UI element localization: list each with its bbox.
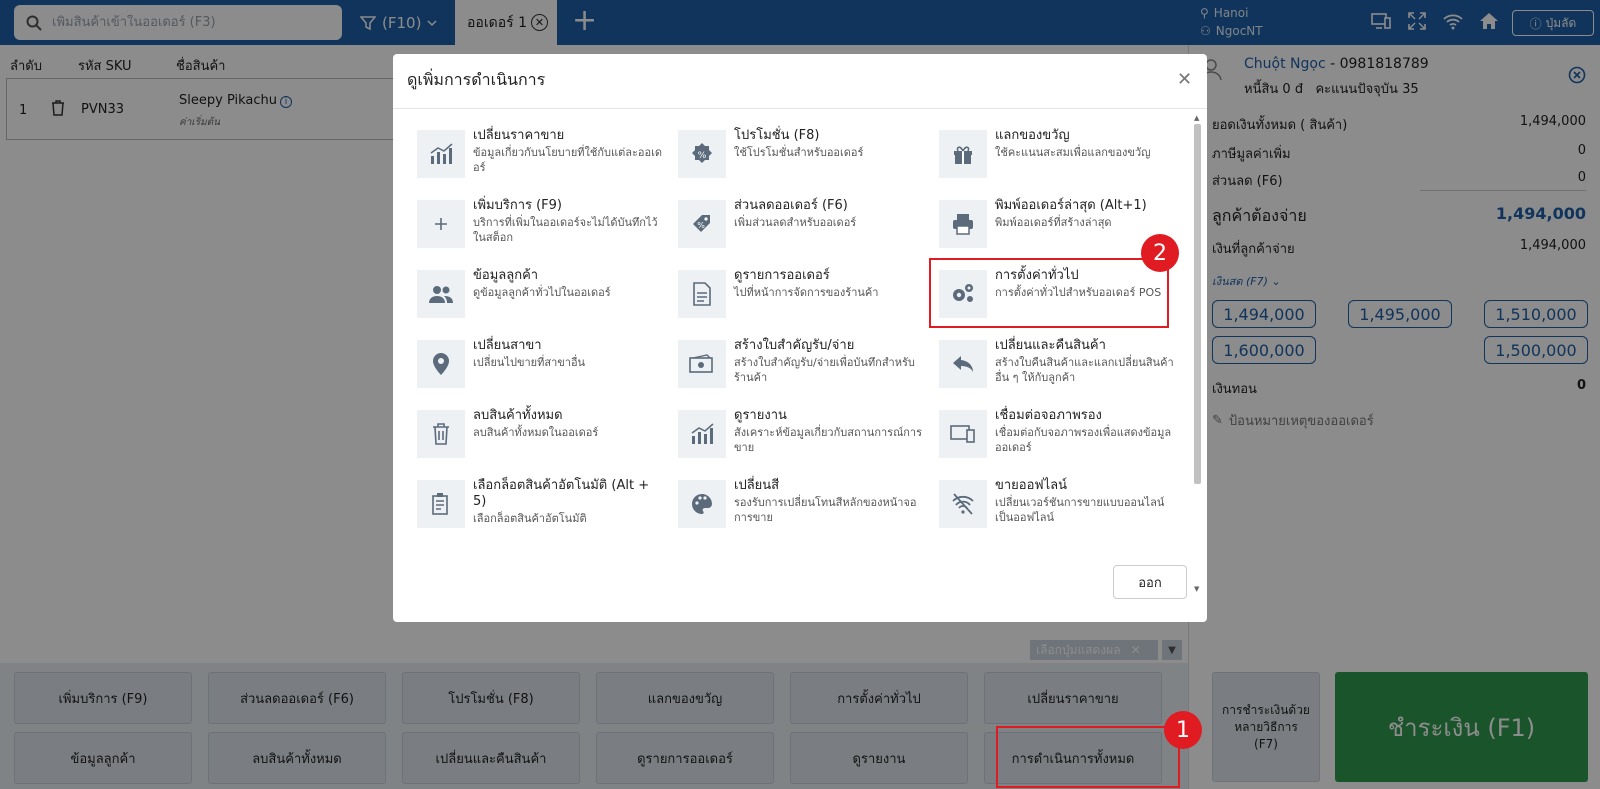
action-desc: เปลี่ยนไปขายที่สาขาอื่น bbox=[473, 356, 586, 369]
scroll-down-icon[interactable]: ▼ bbox=[1194, 585, 1199, 593]
action-desc: เลือกล็อตสินค้าอัตโนมัติ bbox=[473, 512, 587, 525]
action-redeem-gift[interactable]: แลกของขวัญใช้คะแนนสะสมเพื่อแลกของขวัญ bbox=[939, 128, 1177, 184]
report-chart-icon bbox=[678, 410, 726, 458]
action-promotion[interactable]: % โปรโมชั่น (F8) ใช้โปรโมชั่นสำหรับออเดอร… bbox=[678, 128, 939, 184]
location-pin-icon bbox=[417, 340, 465, 388]
action-title: โปรโมชั่น (F8) bbox=[734, 128, 820, 143]
action-exchange-return[interactable]: เปลี่ยนและคืนสินค้าสร้างใบคืนสินค้าและแล… bbox=[939, 338, 1177, 394]
action-order-list[interactable]: ดูรายการออเดอร์ไปที่หน้าการจัดการของร้าน… bbox=[678, 268, 939, 324]
reply-arrow-icon bbox=[939, 340, 987, 388]
action-second-screen[interactable]: เชื่อมต่อจอภาพรองเชื่อมต่อกับจอภาพรองเพื… bbox=[939, 408, 1177, 464]
action-desc: ใช้คะแนนสะสมเพื่อแลกของขวัญ bbox=[995, 146, 1151, 159]
trash-icon bbox=[417, 410, 465, 458]
action-desc: พิมพ์ออเดอร์ที่สร้างล่าสุด bbox=[995, 216, 1112, 229]
palette-icon bbox=[678, 480, 726, 528]
action-delete-all[interactable]: ลบสินค้าทั้งหมดลบสินค้าทั้งหมดในออเดอร์ bbox=[417, 408, 678, 464]
action-title: เชื่อมต่อจอภาพรอง bbox=[995, 408, 1102, 423]
second-screen-icon bbox=[939, 410, 987, 458]
action-customer-info[interactable]: ข้อมูลลูกค้าดูข้อมูลลูกค้าทั่วไปในออเดอร… bbox=[417, 268, 678, 324]
annotation-badge-2: 2 bbox=[1141, 234, 1179, 272]
cash-icon bbox=[678, 340, 726, 388]
action-title: พิมพ์ออเดอร์ล่าสุด (Alt+1) bbox=[995, 198, 1147, 213]
action-desc: สร้างใบสำคัญรับ/จ่ายเพื่อบันทึกสำหรับร้า… bbox=[734, 356, 915, 384]
discount-tag-icon: % bbox=[678, 200, 726, 248]
highlight-general-settings bbox=[929, 258, 1169, 328]
more-actions-modal: ดูเพิ่มการดำเนินการ ✕ เปลี่ยนราคาขายข้อม… bbox=[393, 54, 1207, 622]
wifi-off-icon bbox=[939, 480, 987, 528]
action-title: ดูรายการออเดอร์ bbox=[734, 268, 830, 283]
action-title: ข้อมูลลูกค้า bbox=[473, 268, 539, 283]
action-desc: เชื่อมต่อกับจอภาพรองเพื่อแสดงข้อมูลออเดอ… bbox=[995, 426, 1172, 454]
action-title: ลบสินค้าทั้งหมด bbox=[473, 408, 563, 423]
action-title: เปลี่ยนและคืนสินค้า bbox=[995, 338, 1106, 353]
action-desc: รองรับการเปลี่ยนโทนสีหลักของหน้าจอการขาย bbox=[734, 496, 917, 524]
action-desc: บริการที่เพิ่มในออเดอร์จะไม่ได้บันทึกไว้… bbox=[473, 216, 658, 244]
action-title: สร้างใบสำคัญรับ/จ่าย bbox=[734, 338, 855, 353]
action-desc: ดูข้อมูลลูกค้าทั่วไปในออเดอร์ bbox=[473, 286, 611, 299]
svg-text:%: % bbox=[698, 151, 707, 161]
plus-icon bbox=[417, 200, 465, 248]
action-desc: เพิ่มส่วนลดสำหรับออเดอร์ bbox=[734, 216, 857, 229]
modal-scrollbar[interactable]: ▲ ▼ bbox=[1192, 110, 1203, 600]
highlight-all-actions bbox=[996, 726, 1180, 788]
printer-icon bbox=[939, 200, 987, 248]
users-icon bbox=[417, 270, 465, 318]
action-title: แลกของขวัญ bbox=[995, 128, 1070, 143]
actions-grid: เปลี่ยนราคาขายข้อมูลเกี่ยวกับนโยบายที่ใช… bbox=[417, 128, 1177, 534]
action-title: เปลี่ยนสาขา bbox=[473, 338, 542, 353]
action-desc: ข้อมูลเกี่ยวกับนโยบายที่ใช้กับแต่ละออเดอ… bbox=[473, 146, 663, 174]
action-title: เปลี่ยนราคาขาย bbox=[473, 128, 565, 143]
lot-icon bbox=[417, 480, 465, 528]
action-change-price[interactable]: เปลี่ยนราคาขายข้อมูลเกี่ยวกับนโยบายที่ใช… bbox=[417, 128, 678, 184]
action-title: ดูรายงาน bbox=[734, 408, 787, 423]
gift-icon bbox=[939, 130, 987, 178]
action-desc: ลบสินค้าทั้งหมดในออเดอร์ bbox=[473, 426, 599, 439]
action-desc: ใช้โปรโมชั่นสำหรับออเดอร์ bbox=[734, 146, 864, 159]
action-title: เปลี่ยนสี bbox=[734, 478, 780, 493]
action-title: ส่วนลดออเดอร์ (F6) bbox=[734, 198, 848, 213]
scrollbar-thumb[interactable] bbox=[1194, 124, 1201, 484]
action-view-report[interactable]: ดูรายงานสังเคราะห์ข้อมูลเกี่ยวกับสถานการ… bbox=[678, 408, 939, 464]
close-icon[interactable]: ✕ bbox=[1177, 69, 1192, 90]
svg-text:%: % bbox=[697, 221, 705, 230]
action-title: ขายออฟไลน์ bbox=[995, 478, 1068, 493]
scroll-up-icon[interactable]: ▲ bbox=[1194, 114, 1199, 122]
exit-button[interactable]: ออก bbox=[1113, 565, 1187, 599]
action-offline-sale[interactable]: ขายออฟไลน์เปลี่ยนเวอร์ชันการขายแบบออนไลน… bbox=[939, 478, 1177, 534]
action-change-branch[interactable]: เปลี่ยนสาขาเปลี่ยนไปขายที่สาขาอื่น bbox=[417, 338, 678, 394]
promotion-badge-icon: % bbox=[678, 130, 726, 178]
divider bbox=[393, 108, 1207, 109]
annotation-badge-1: 1 bbox=[1164, 711, 1202, 749]
action-desc: สังเคราะห์ข้อมูลเกี่ยวกับสถานการณ์การขาย bbox=[734, 426, 923, 454]
action-order-discount[interactable]: % ส่วนลดออเดอร์ (F6) เพิ่มส่วนลดสำหรับออเ… bbox=[678, 198, 939, 254]
document-icon bbox=[678, 270, 726, 318]
action-desc: เปลี่ยนเวอร์ชันการขายแบบออนไลน์เป็นออฟไล… bbox=[995, 496, 1165, 524]
action-title: เลือกล็อตสินค้าอัตโนมัติ (Alt + 5) bbox=[473, 478, 650, 509]
action-change-color[interactable]: เปลี่ยนสีรองรับการเปลี่ยนโทนสีหลักของหน้… bbox=[678, 478, 939, 534]
action-add-service[interactable]: เพิ่มบริการ (F9) บริการที่เพิ่มในออเดอร์จ… bbox=[417, 198, 678, 254]
modal-title: ดูเพิ่มการดำเนินการ bbox=[407, 70, 546, 89]
action-desc: สร้างใบคืนสินค้าและแลกเปลี่ยนสินค้าอื่น … bbox=[995, 356, 1174, 384]
action-desc: ไปที่หน้าการจัดการของร้านค้า bbox=[734, 286, 879, 299]
bar-chart-icon bbox=[417, 130, 465, 178]
action-auto-lot[interactable]: เลือกล็อตสินค้าอัตโนมัติ (Alt + 5) เลือกล… bbox=[417, 478, 678, 534]
action-create-voucher[interactable]: สร้างใบสำคัญรับ/จ่ายสร้างใบสำคัญรับ/จ่าย… bbox=[678, 338, 939, 394]
action-title: เพิ่มบริการ (F9) bbox=[473, 198, 562, 213]
